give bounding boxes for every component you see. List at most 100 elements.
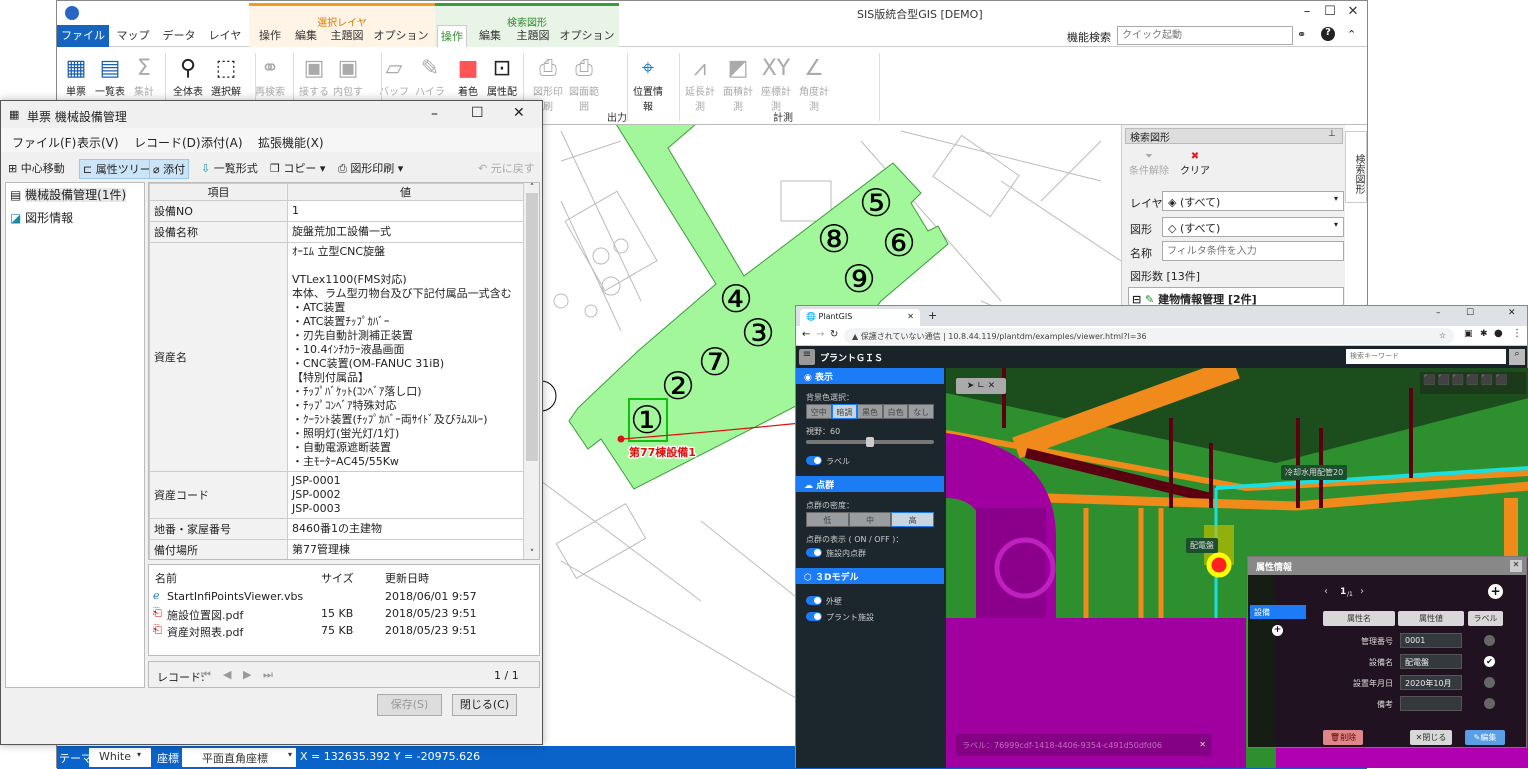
measure-tool-icon[interactable]: ∟ [977,381,985,391]
section-display[interactable]: ◉ 表示 [796,368,944,384]
next-record-button[interactable]: ▶ [243,668,251,681]
pin-icon[interactable]: ⊥ [1328,129,1336,139]
plant-toggle[interactable] [806,612,822,621]
side-tab-search-shape[interactable]: 検索図形 [1345,131,1367,203]
ribbon-button-1[interactable]: ▤ 一覧表 [93,55,127,98]
equip-label-6[interactable]: ⑥ [882,221,916,265]
option-bg_opts-1[interactable]: 暗調 [831,404,858,419]
menu-record[interactable]: レコード(D) [134,134,201,151]
option-density_opts-2[interactable]: 高 [891,512,934,527]
add-icon[interactable]: + [1488,584,1503,599]
fov-slider[interactable] [806,437,934,447]
menu-extensions[interactable]: 拡張機能(X) [258,134,324,151]
add-category-icon[interactable]: + [1272,625,1283,636]
attr-value-input[interactable]: 配電盤 [1400,654,1462,669]
equip-label-8[interactable]: ⑧ [817,217,851,261]
file-row[interactable]: ⎗ 施設位置図.pdf 15 KB 2018/05/23 9:51 [153,606,533,622]
browser-close[interactable]: ✕ [1508,308,1516,318]
label-toggle-dot[interactable] [1484,677,1495,688]
browser-minimize[interactable]: – [1436,308,1441,318]
tree-item-building[interactable]: ⊟ ✎ 建物情報管理 [2件] [1128,287,1344,307]
attach-button[interactable]: ⌀ 添付 [149,159,190,179]
collapse-ribbon-icon[interactable]: ⌃ [1347,28,1356,41]
ribbon-button-14[interactable]: ⌖ 位置情報 [631,55,665,113]
menu-file[interactable]: ファイル(F) [12,134,76,151]
profile-icon[interactable]: ● [1494,328,1503,339]
equip-label-9[interactable]: ⑨ [842,257,876,301]
file-row[interactable]: ⎗ 資産対照表.pdf 75 KB 2018/05/23 9:51 [153,623,533,639]
copy-button[interactable]: ❐ コピー ▾ [267,159,328,179]
attr-value-input[interactable]: 0001 [1400,633,1462,648]
layer-select[interactable]: ◈ (すべて) ▾ [1162,191,1344,211]
ribbon-button-18[interactable]: ∠ 角度計測 [797,55,831,113]
file-row[interactable]: ℯ StartInfiPointsViewer.vbs 2018/06/01 9:5… [153,589,533,605]
search-button[interactable]: ⌕ [1509,349,1525,365]
tab-sel-operate[interactable]: 操作 [255,25,285,47]
binoculars-icon[interactable]: ⚭ [1297,28,1306,41]
print-shape-button[interactable]: ⎙ 図形印刷 ▾ [335,159,406,179]
browser-tab[interactable]: 🌐 PlantGIS ✕ [800,309,920,326]
extension-icon[interactable]: ▣ [1464,329,1473,339]
tab-sel-theme[interactable]: 主題図 [327,25,367,47]
minimize-button[interactable]: – [1297,4,1317,19]
coord-system-select[interactable]: 平面直角座標 ▾ [182,748,296,767]
close-label-icon[interactable]: ✕ [1199,740,1206,749]
back-icon[interactable]: ← [802,329,810,340]
address-bar[interactable]: ▲ 保護されていない通信 | 10.8.44.119/plantdm/examp… [844,328,1454,344]
attr-value[interactable]: 第77管理棟 [287,539,524,559]
prev-record-button[interactable]: ◀ [223,668,231,681]
attr-close-icon[interactable]: ✕ [1510,560,1522,572]
tree-item-shape-info[interactable]: ◪ 図形情報 [6,206,144,229]
close-dialog-button[interactable]: 閉じる(C) [452,694,517,716]
theme-select[interactable]: White ▾ [89,748,151,767]
attr-value[interactable]: ｵｰｴﾑ 立型CNC旋盤 VTLex1100(FMS対応) 本体、ラム型刃物台及… [287,242,524,472]
name-filter-input[interactable] [1162,241,1344,261]
view-cube-buttons[interactable]: ⬛⬛⬛⬛⬛⬛ [1420,372,1526,394]
attr-value-input[interactable] [1400,696,1462,711]
section-3d-model[interactable]: ⬡ ３Dモデル [796,568,944,584]
option-bg_opts-3[interactable]: 白色 [882,404,909,419]
pipe-label[interactable]: 冷却水用配管20 [1281,465,1348,480]
tab-file[interactable]: ファイル [57,25,109,47]
edit-button[interactable]: ✎編集 [1465,730,1505,745]
tab-sel-edit[interactable]: 編集 [291,25,321,47]
attr-value[interactable]: 旋盤荒加工設備一式 [287,221,524,243]
option-bg_opts-2[interactable]: 黒色 [857,404,883,419]
puzzle-icon[interactable]: ✱ [1480,329,1488,339]
next-page-icon[interactable]: › [1360,586,1364,597]
category-equipment[interactable]: 設備 [1250,605,1306,619]
dialog-close-button[interactable]: ✕ [513,105,525,121]
help-icon[interactable]: ? [1321,27,1335,41]
ribbon-button-0[interactable]: ▦ 単票 [59,55,93,98]
reload-icon[interactable]: ↻ [830,329,838,340]
tab-sel-option[interactable]: オプション [371,25,431,47]
option-bg_opts-0[interactable]: 空中 [806,404,832,419]
hamburger-menu-icon[interactable]: ≡ [799,349,815,365]
list-view-button[interactable]: ⇩ 一覧形式 [198,159,261,179]
attr-tree-button[interactable]: ⊏ 属性ツリー [79,159,155,179]
equip-label-2[interactable]: ② [661,364,695,408]
check-icon[interactable]: ✔ [1484,656,1495,667]
delete-button[interactable]: 🗑削除 [1323,730,1363,745]
tab-search-option[interactable]: オプション [557,25,617,47]
shape-select[interactable]: ◇ (すべて) ▾ [1162,217,1344,237]
first-record-button[interactable]: ⏮ [201,668,211,682]
cross-tool-icon[interactable]: ✕ [988,381,996,391]
switchboard-label[interactable]: 配電盤 [1186,538,1218,553]
wall-toggle[interactable] [806,596,822,605]
tab-layer[interactable]: レイヤ [203,25,247,47]
tab-search-operate[interactable]: 操作 [437,25,467,47]
attr-value[interactable]: JSP-0001 JSP-0002 JSP-0003 [287,471,524,519]
section-point-cloud[interactable]: ☁ 点群 [796,476,944,492]
save-button[interactable]: 保存(S) [377,694,442,716]
clear-condition-button[interactable]: ⏷ 条件解除 [1128,151,1170,177]
tab-data[interactable]: データ [157,25,201,47]
dialog-maximize-button[interactable]: ☐ [471,105,484,121]
option-density_opts-1[interactable]: 中 [848,512,892,527]
attr-value-input[interactable]: 2020年10月 [1400,675,1462,690]
undo-button[interactable]: ↶ 元に戻す [475,159,538,179]
close-button[interactable]: ✕ [1343,4,1363,19]
tab-close-icon[interactable]: ✕ [907,312,914,321]
new-tab-button[interactable]: + [928,309,937,322]
maximize-button[interactable]: ☐ [1320,4,1340,19]
